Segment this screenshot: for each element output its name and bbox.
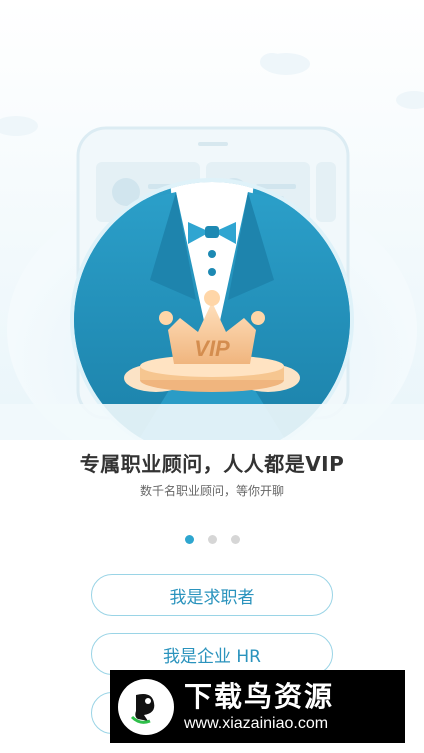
onboarding-subline: 数千名职业顾问，等你开聊	[139, 484, 284, 498]
watermark-url: www.xiazainiao.com	[184, 714, 329, 732]
pagination-dot-3[interactable]	[230, 535, 240, 544]
pagination-dot-2[interactable]	[207, 535, 217, 544]
pagination-dot-1[interactable]	[184, 535, 194, 544]
onboarding-headline: 专属职业顾问，人人都是VIP	[79, 452, 345, 476]
watermark-banner: 下载鸟资源 www.xiazainiao.com	[110, 670, 405, 743]
job-seeker-button[interactable]: 我是求职者	[91, 574, 333, 616]
vip-advisor-illustration: VIP	[0, 0, 424, 440]
watermark-title: 下载鸟资源	[184, 679, 335, 713]
pagination-dots	[0, 535, 424, 544]
job-seeker-button-label: 我是求职者	[169, 587, 255, 608]
ground	[0, 404, 424, 440]
hr-button-label: 我是企业 HR	[163, 646, 261, 667]
vip-badge-text: VIP	[194, 336, 230, 361]
bird-logo-icon	[118, 678, 174, 735]
hr-button[interactable]: 我是企业 HR	[91, 633, 333, 675]
